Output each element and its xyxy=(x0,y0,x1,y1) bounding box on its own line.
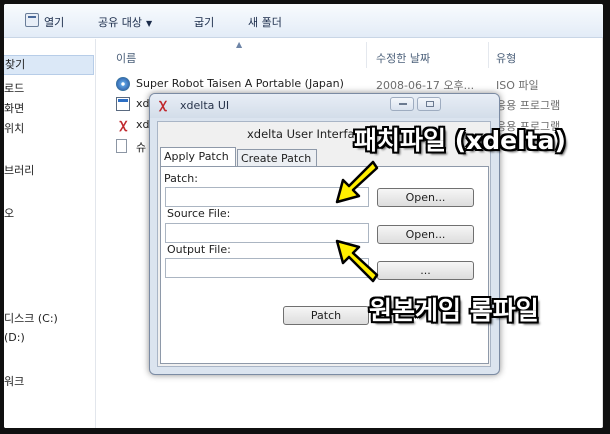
sidebar-item-libraries[interactable]: 브러리 xyxy=(4,162,34,178)
sidebar-item-desktop[interactable]: 화면 xyxy=(4,100,24,116)
file-name: Super Robot Taisen A Portable (Japan) xyxy=(136,77,344,90)
arrow-to-source-icon xyxy=(335,239,379,283)
sidebar-item-network[interactable]: 워크 xyxy=(4,373,24,389)
tab-apply-patch[interactable]: Apply Patch xyxy=(160,147,236,168)
maximize-icon xyxy=(426,101,434,107)
disc-icon xyxy=(116,77,130,91)
toolbar-share-button[interactable]: 공유 대상 ▼ xyxy=(98,14,152,30)
minimize-icon xyxy=(399,103,407,105)
dialog-client-area: xdelta User Interfa Apply Patch Create P… xyxy=(157,121,491,367)
patch-label: Patch: xyxy=(164,172,198,185)
explorer-toolbar: 열기 공유 대상 ▼ 굽기 새 폴더 xyxy=(4,4,603,38)
document-icon xyxy=(116,139,127,153)
sidebar-item-favorites[interactable]: 찾기 xyxy=(4,55,94,75)
source-open-button[interactable]: Open... xyxy=(377,225,474,244)
output-file-label: Output File: xyxy=(167,243,231,256)
column-header-modified[interactable]: 수정한 날짜 xyxy=(376,50,430,66)
sidebar-item-recent[interactable]: 위치 xyxy=(4,120,24,136)
toolbar-new-folder-button[interactable]: 새 폴더 xyxy=(248,14,282,30)
xdelta-app-icon: ꭓ xyxy=(159,97,167,112)
apply-patch-button[interactable]: Patch xyxy=(283,306,369,325)
column-header-type[interactable]: 유형 xyxy=(496,50,516,66)
dialog-title: xdelta UI xyxy=(180,99,230,112)
file-name: 슈 xyxy=(136,141,147,154)
file-type: ISO 파일 xyxy=(496,79,539,92)
sidebar-item-video[interactable]: 오 xyxy=(4,205,14,221)
annotation-patch-file: 패치파일 (xdelta) xyxy=(354,126,566,155)
dialog-titlebar[interactable]: ꭓ xdelta UI xyxy=(150,94,499,118)
toolbar-open-button[interactable]: 열기 xyxy=(44,14,64,30)
window-edge xyxy=(602,38,603,428)
application-icon xyxy=(116,97,130,111)
patch-open-button[interactable]: Open... xyxy=(377,188,474,207)
output-browse-button[interactable]: ... xyxy=(377,261,474,280)
maximize-button[interactable] xyxy=(417,97,441,111)
arrow-to-patch-icon xyxy=(335,160,379,204)
column-header-name[interactable]: 이름 xyxy=(116,50,136,66)
toolbar-burn-button[interactable]: 굽기 xyxy=(194,14,214,30)
apply-patch-panel: Patch: Open... Source File: Open... Outp… xyxy=(160,166,489,364)
sidebar-item-downloads[interactable]: 로드 xyxy=(4,80,24,96)
sidebar-item-drive-d[interactable]: (D:) xyxy=(4,331,25,344)
share-label: 공유 대상 xyxy=(98,16,142,29)
sort-ascending-icon: ▲ xyxy=(236,40,243,49)
open-icon xyxy=(25,13,39,27)
column-divider[interactable] xyxy=(488,42,489,68)
sidebar-item-drive-c[interactable]: 디스크 (C:) xyxy=(4,310,58,326)
xdelta-icon: ꭓ xyxy=(119,117,127,132)
file-row[interactable]: Super Robot Taisen A Portable (Japan) 20… xyxy=(100,74,603,94)
file-type: 응용 프로그램 xyxy=(496,99,561,112)
annotation-original-rom: 원본게임 롬파일 xyxy=(369,296,539,325)
app-heading: xdelta User Interfa xyxy=(247,127,355,141)
source-file-label: Source File: xyxy=(167,207,231,220)
chevron-down-icon: ▼ xyxy=(145,19,153,28)
minimize-button[interactable] xyxy=(390,97,414,111)
navigation-pane: 찾기 로드 화면 위치 브러리 오 디스크 (C:) (D:) 워크 xyxy=(4,39,96,428)
column-divider[interactable] xyxy=(366,42,367,68)
file-date: 2008-06-17 오후... xyxy=(376,79,475,92)
